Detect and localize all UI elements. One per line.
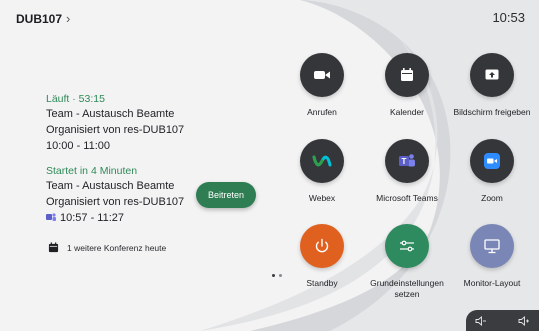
meeting-status: Startet in 4 Minuten <box>46 165 138 177</box>
tile-label: Bildschirm freigeben <box>453 107 531 117</box>
webex-icon <box>312 155 332 167</box>
tile-label: Standby <box>306 278 338 288</box>
meeting-title: Team - Austausch Beamte <box>46 180 175 192</box>
page-indicator <box>272 274 282 277</box>
page-dot[interactable] <box>279 274 282 277</box>
standby-button[interactable]: Standby <box>277 224 367 289</box>
share-screen-button[interactable]: Bildschirm freigeben <box>447 53 537 118</box>
zoom-button[interactable]: Zoom <box>447 139 537 204</box>
svg-text:T: T <box>402 157 407 166</box>
top-bar: DUB107 › 10:53 <box>0 0 539 36</box>
calendar-circle <box>385 53 429 97</box>
teams-icon: T <box>399 154 415 167</box>
clock: 10:53 <box>492 10 525 25</box>
share-screen-icon <box>485 69 499 80</box>
current-meeting: Läuft · 53:15 Team - Austausch Beamte Or… <box>46 92 216 154</box>
volume-down-icon[interactable] <box>475 315 487 327</box>
standby-circle <box>300 224 344 268</box>
teams-circle: T <box>385 139 429 183</box>
tile-label: Webex <box>308 193 336 203</box>
tile-label: Kalender <box>389 107 425 117</box>
calendar-button[interactable]: Kalender <box>362 53 452 118</box>
more-meetings-label: 1 weitere Konferenz heute <box>67 242 167 253</box>
meeting-organizer: Organisiert von res-DUB107 <box>46 196 185 208</box>
calendar-icon <box>48 242 59 253</box>
teams-icon <box>46 213 56 221</box>
chevron-right-icon: › <box>66 11 71 26</box>
volume-control <box>466 310 539 331</box>
meeting-status: Läuft · 53:15 <box>46 93 105 105</box>
share-circle <box>470 53 514 97</box>
more-meetings-link[interactable]: 1 weitere Konferenz heute <box>48 242 166 253</box>
meeting-title: Team - Austausch Beamte <box>46 108 175 120</box>
call-button[interactable]: Anrufen <box>277 53 367 118</box>
monitor-icon <box>484 239 500 254</box>
sliders-icon <box>400 240 414 252</box>
volume-up-icon[interactable] <box>518 315 530 327</box>
device-name: DUB107 <box>16 11 63 26</box>
settings-circle <box>385 224 429 268</box>
tile-label: Microsoft Teams <box>376 193 438 203</box>
webex-button[interactable]: Webex <box>277 139 367 204</box>
upcoming-meeting: Startet in 4 Minuten Team - Austausch Be… <box>46 164 216 226</box>
tile-label: Monitor-Layout <box>463 278 521 288</box>
webex-circle <box>300 139 344 183</box>
monitor-layout-button[interactable]: Monitor-Layout <box>447 224 537 289</box>
reset-settings-button[interactable]: Grundeinstellungen setzen <box>362 224 452 300</box>
zoom-circle <box>470 139 514 183</box>
page-dot-active[interactable] <box>272 274 275 277</box>
video-call-icon <box>314 71 330 79</box>
meeting-organizer: Organisiert von res-DUB107 <box>46 124 185 136</box>
calendar-icon <box>401 68 413 81</box>
device-name-button[interactable]: DUB107 › <box>16 11 70 26</box>
meeting-time: 10:00 - 11:00 <box>46 140 111 152</box>
teams-button[interactable]: T Microsoft Teams <box>362 139 452 204</box>
power-icon <box>315 238 329 253</box>
join-button[interactable]: Beitreten <box>196 182 256 208</box>
meeting-time: 10:57 - 11:27 <box>60 212 125 224</box>
tile-label: Grundeinstellungen setzen <box>370 278 444 299</box>
zoom-icon <box>484 153 500 169</box>
monitor-circle <box>470 224 514 268</box>
tile-label: Anrufen <box>307 107 337 117</box>
meetings-panel: Läuft · 53:15 Team - Austausch Beamte Or… <box>46 92 216 236</box>
call-circle <box>300 53 344 97</box>
meeting-time-row: 10:57 - 11:27 <box>46 210 216 226</box>
tile-label: Zoom <box>481 193 503 203</box>
